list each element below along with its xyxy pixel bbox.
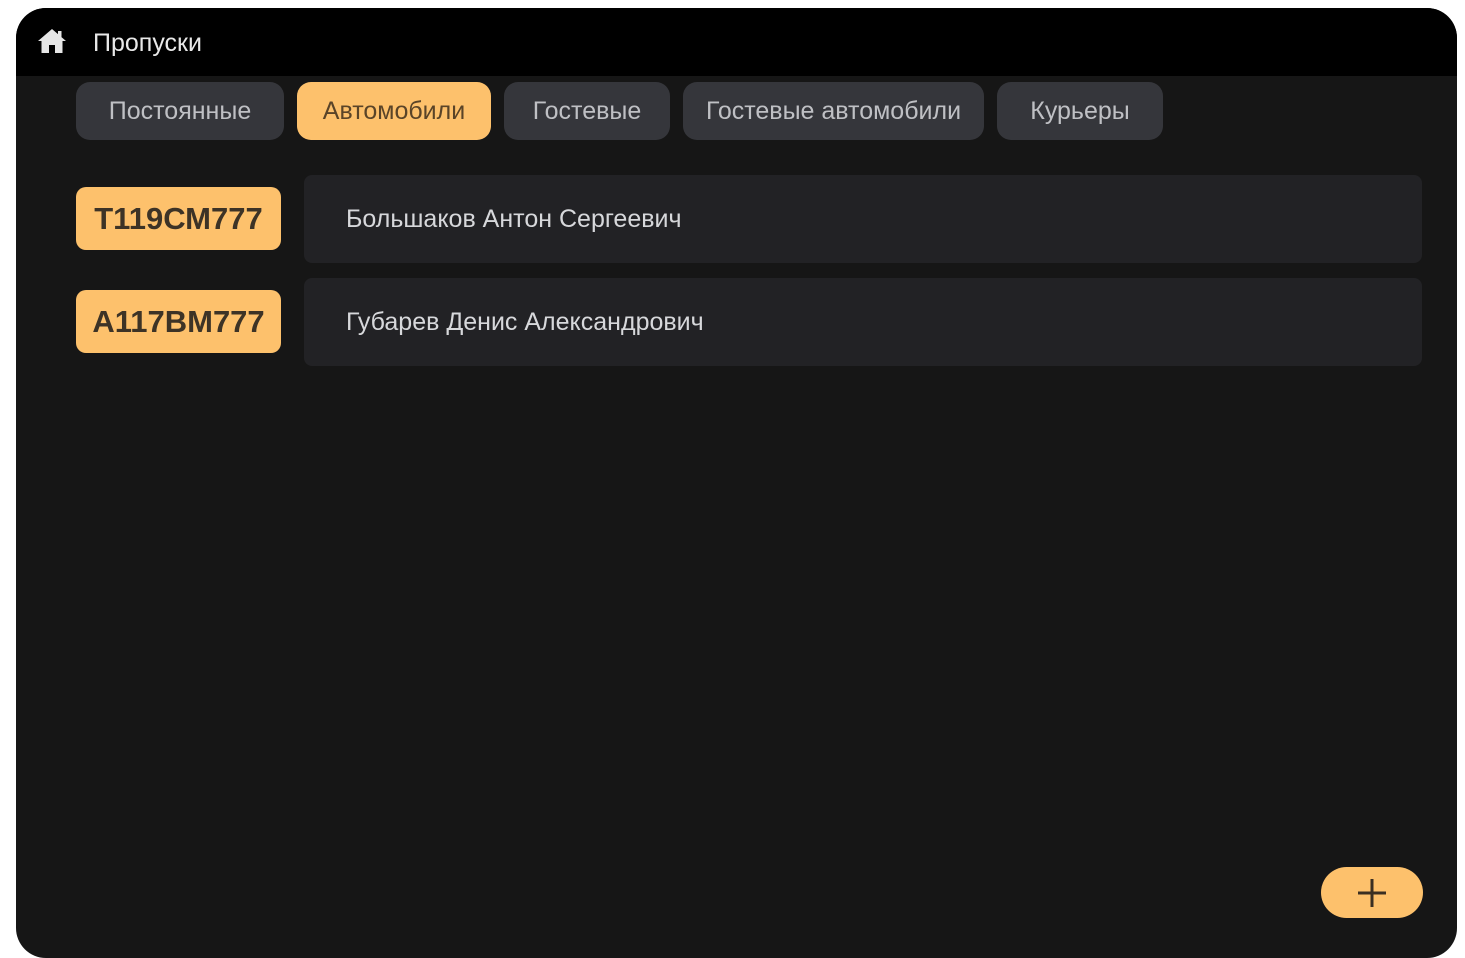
plate-badge[interactable]: Т119СМ777 xyxy=(76,187,281,250)
owner-name-card[interactable]: Губарев Денис Александрович xyxy=(304,278,1422,366)
page-title: Пропуски xyxy=(93,29,202,57)
plus-icon xyxy=(1358,879,1386,907)
tab-couriers[interactable]: Курьеры xyxy=(997,82,1163,140)
home-icon[interactable] xyxy=(37,28,67,54)
top-bar: Пропуски xyxy=(16,8,1457,76)
tab-guest-cars[interactable]: Гостевые автомобили xyxy=(683,82,984,140)
app-screen: Пропуски Постоянные Автомобили Гостевые … xyxy=(16,8,1457,958)
tab-cars[interactable]: Автомобили xyxy=(297,82,491,140)
plate-badge[interactable]: А117ВМ777 xyxy=(76,290,281,353)
owner-name-card[interactable]: Большаков Антон Сергеевич xyxy=(304,175,1422,263)
tab-permanent[interactable]: Постоянные xyxy=(76,82,284,140)
add-pass-button[interactable] xyxy=(1321,867,1423,918)
tab-guests[interactable]: Гостевые xyxy=(504,82,670,140)
